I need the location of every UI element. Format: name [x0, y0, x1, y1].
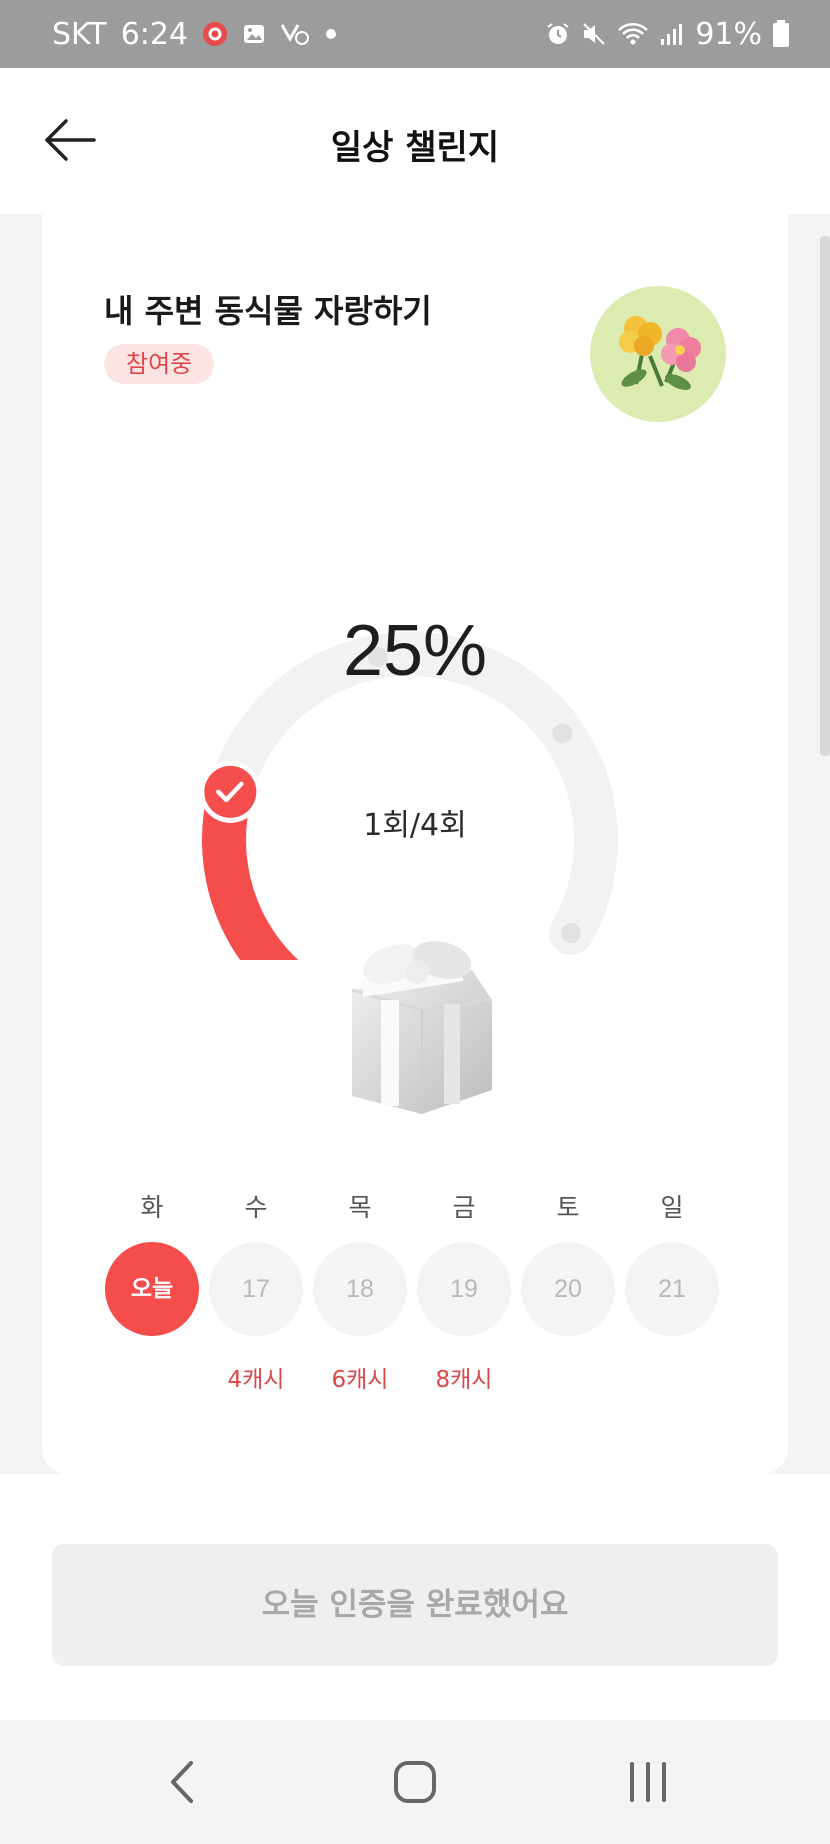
missed-call-icon	[280, 21, 310, 47]
nav-recents-button[interactable]	[608, 1750, 688, 1814]
gauge-step-marker	[552, 723, 573, 744]
progress-percent: 25%	[342, 611, 488, 691]
gallery-icon	[242, 22, 266, 46]
carrier-label: SKT	[52, 16, 107, 52]
date-circle[interactable]: 17	[209, 1242, 303, 1336]
weekday-label: 일	[660, 1193, 684, 1222]
dot-icon	[324, 27, 338, 41]
status-badge: 참여중	[104, 344, 215, 384]
status-bar: SKT 6:24 91%	[0, 0, 830, 68]
nav-home-button[interactable]	[375, 1750, 455, 1814]
app-header: 일상 챌린지	[0, 68, 830, 214]
date-circle[interactable]: 21	[625, 1242, 719, 1336]
complete-verification-button[interactable]: 오늘 인증을 완료했어요	[52, 1544, 778, 1666]
battery-percent: 91%	[695, 16, 762, 52]
weekday-label: 토	[556, 1193, 580, 1222]
app-notification-icon	[202, 21, 228, 47]
wifi-icon	[617, 21, 649, 47]
date-circle[interactable]: 18	[313, 1242, 407, 1336]
weekday-label: 수	[244, 1193, 268, 1222]
signal-icon	[659, 21, 685, 47]
scrollbar[interactable]	[820, 236, 830, 756]
home-icon	[394, 1761, 436, 1803]
reward-label: 4캐시	[227, 1367, 285, 1393]
date-row: 오늘 17 18 19 20 21	[104, 1242, 724, 1338]
progress-gauge	[42, 500, 788, 960]
gift-box-image	[312, 900, 512, 1120]
page-title: 일상 챌린지	[330, 128, 500, 168]
reward-label: 6캐시	[331, 1367, 389, 1393]
chevron-left-icon	[171, 1761, 193, 1803]
reward-label: 8캐시	[435, 1367, 493, 1393]
gauge-step-marker	[561, 923, 582, 943]
challenge-card: 내 주변 동식물 자랑하기 참여중 25% 1회/4회 화 수 목 금 토 일 …	[42, 200, 788, 1474]
system-nav-bar	[0, 1720, 830, 1844]
progress-count: 1회/4회	[363, 808, 467, 843]
weekday-label: 화	[140, 1193, 164, 1222]
alarm-icon	[545, 21, 571, 47]
mute-icon	[581, 21, 607, 47]
challenge-title: 내 주변 동식물 자랑하기	[104, 292, 432, 330]
recents-icon	[630, 1762, 666, 1802]
date-today[interactable]: 오늘	[105, 1242, 199, 1336]
flower-image	[590, 286, 726, 422]
date-circle[interactable]: 20	[521, 1242, 615, 1336]
weekday-label: 금	[452, 1193, 476, 1222]
date-circle[interactable]: 19	[417, 1242, 511, 1336]
clock: 6:24	[120, 16, 189, 52]
weekday-row: 화 수 목 금 토 일	[104, 1188, 724, 1228]
weekday-label: 목	[348, 1193, 372, 1222]
reward-row: 4캐시 6캐시 8캐시	[104, 1360, 724, 1394]
nav-back-button[interactable]	[142, 1750, 222, 1814]
battery-icon	[772, 20, 790, 48]
